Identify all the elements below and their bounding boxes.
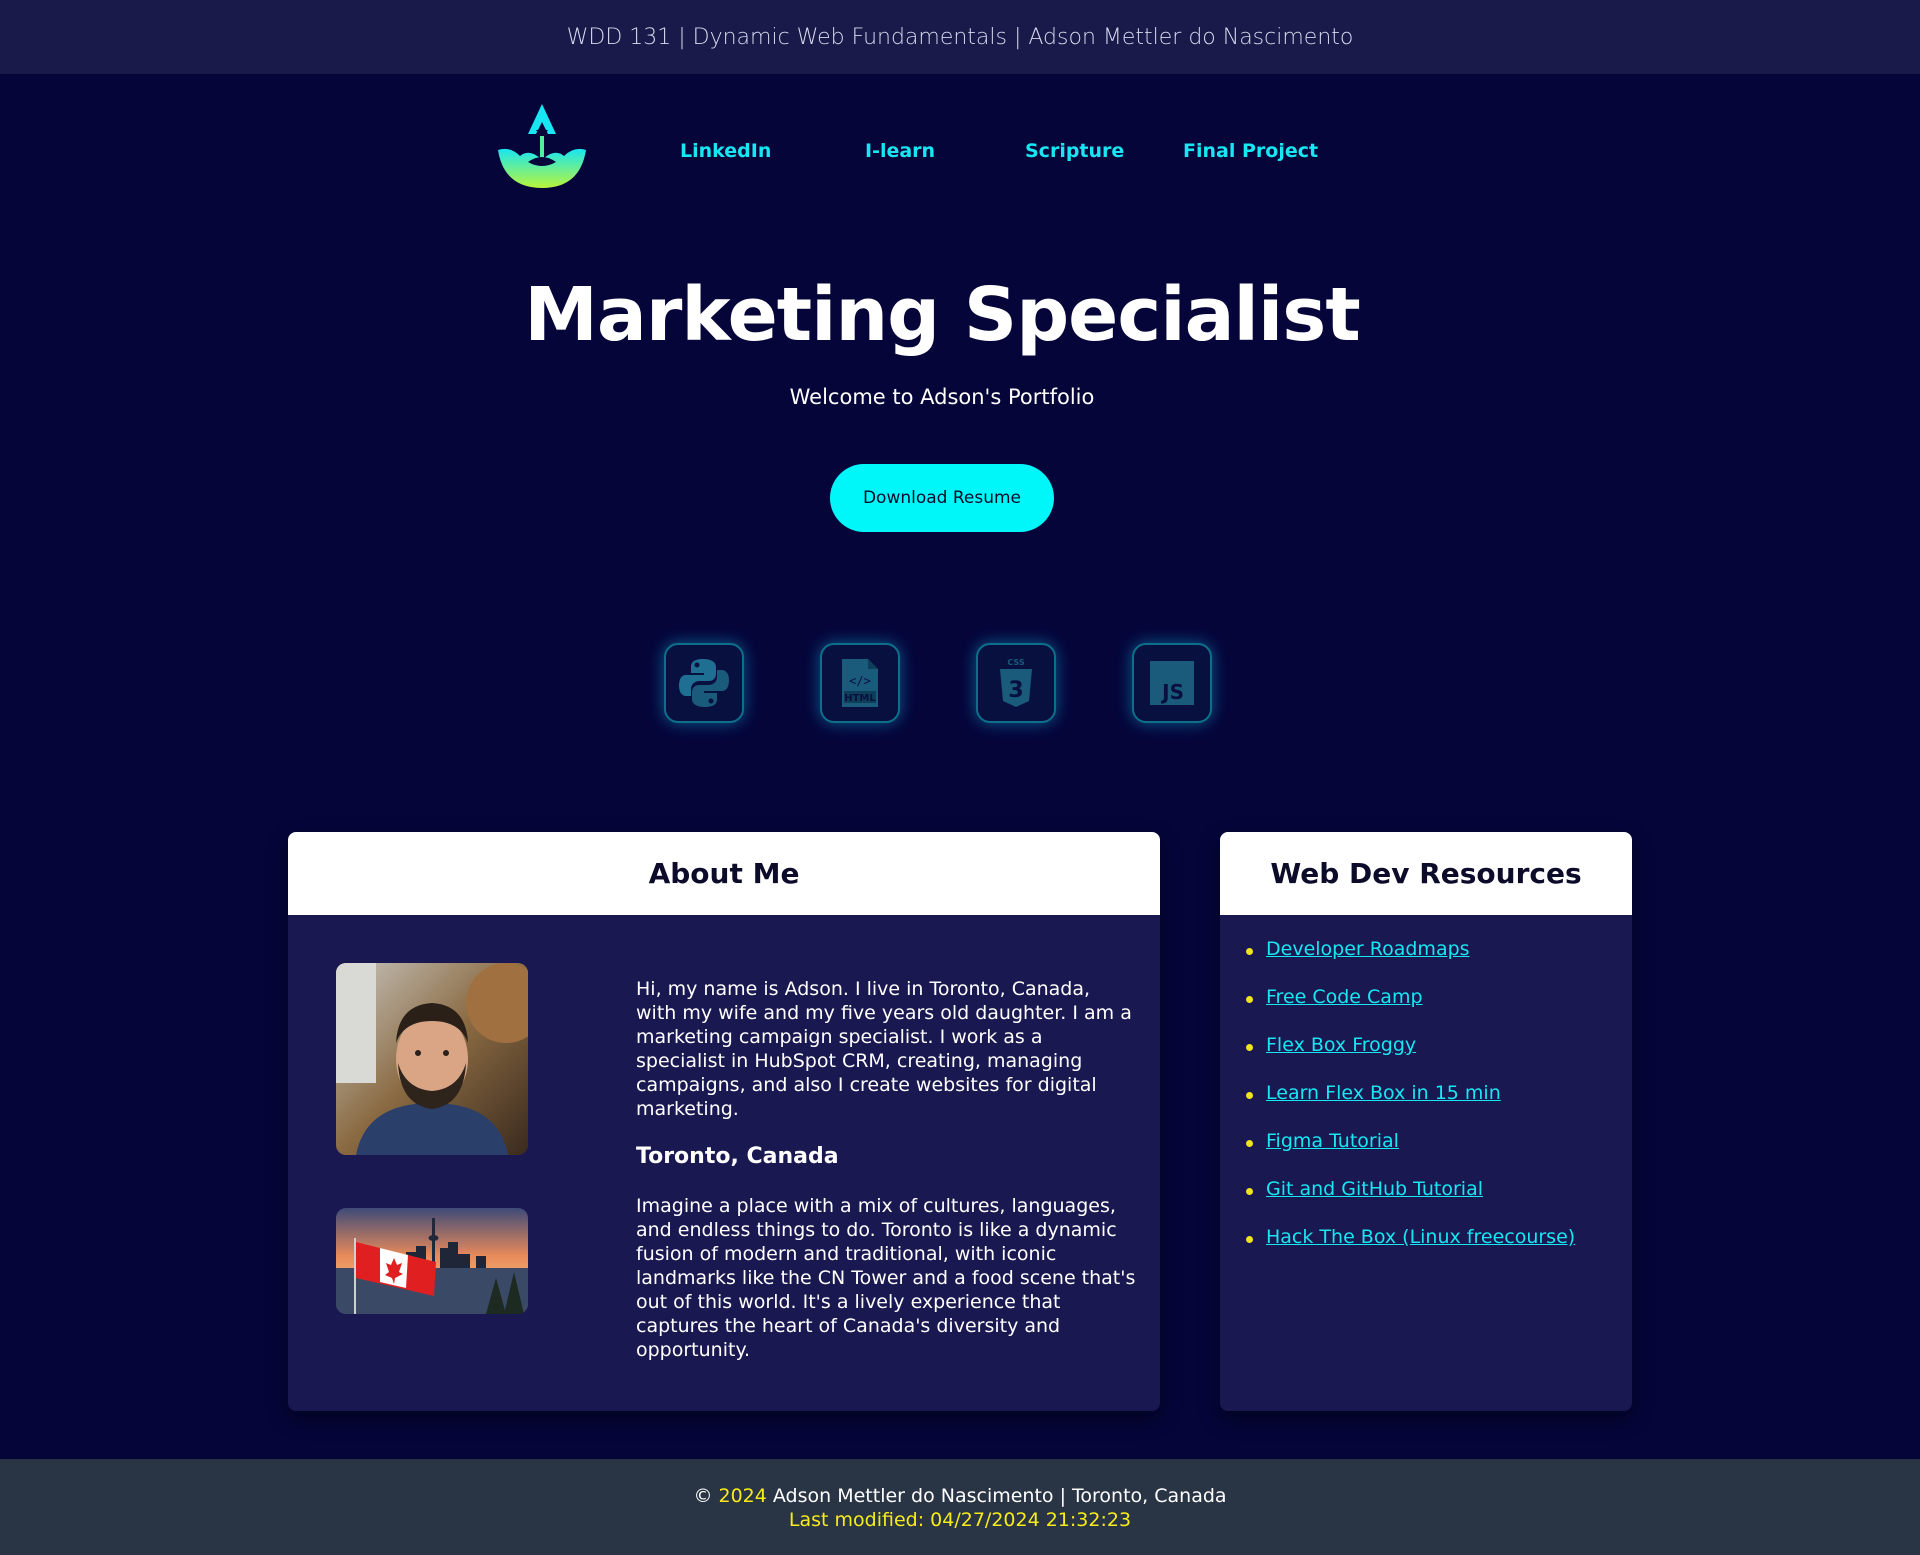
nav-link-final-project[interactable]: Final Project [1183,140,1318,162]
copyright-symbol: © [693,1485,713,1507]
footer-owner: Adson Mettler do Nascimento | Toronto, C… [772,1485,1227,1507]
profile-photo [336,963,528,1155]
skill-css3[interactable]: CSS 3 [976,643,1056,723]
html-icon-label: HTML [844,693,876,704]
bullet-icon [1246,996,1253,1003]
logo-icon[interactable] [490,100,590,192]
last-modified: Last modified: 04/27/2024 21:32:23 [788,1509,1132,1531]
resource-link[interactable]: Git and GitHub Tutorial [1266,1178,1483,1200]
footer-copyright: © 2024 Adson Mettler do Nascimento | Tor… [0,1484,1920,1508]
list-item: Figma Tutorial [1246,1130,1575,1178]
resource-link[interactable]: Figma Tutorial [1266,1130,1399,1152]
bullet-icon [1246,1044,1253,1051]
hero-subtitle: Welcome to Adson's Portfolio [789,385,1095,409]
resource-link[interactable]: Hack The Box (Linux freecourse) [1266,1226,1575,1248]
nav-link-i-learn[interactable]: I-learn [865,140,935,162]
about-me-heading: About Me [288,832,1160,915]
css3-icon: CSS 3 [1000,658,1032,707]
resource-link[interactable]: Flex Box Froggy [1266,1034,1416,1056]
css3-icon-number: 3 [1008,678,1023,703]
bullet-icon [1246,1236,1253,1243]
javascript-icon: JS [1150,661,1194,705]
main-nav: LinkedIn I-learn Scripture Final Project [490,100,1340,192]
course-title: WDD 131 | Dynamic Web Fundamentals | Ads… [566,24,1354,50]
footer-year: 2024 [718,1485,767,1507]
list-item: Learn Flex Box in 15 min [1246,1082,1575,1130]
bullet-icon [1246,948,1253,955]
list-item: Flex Box Froggy [1246,1034,1575,1082]
list-item: Git and GitHub Tutorial [1246,1178,1575,1226]
web-dev-resources-card: Web Dev Resources Developer Roadmaps Fre… [1220,832,1632,1411]
svg-text:</>: </> [849,674,871,688]
resource-link[interactable]: Developer Roadmaps [1266,938,1470,960]
page-footer: © 2024 Adson Mettler do Nascimento | Tor… [0,1459,1920,1555]
skill-python[interactable] [664,643,744,723]
skill-html[interactable]: </> HTML [820,643,900,723]
list-item: Free Code Camp [1246,986,1575,1034]
about-intro: Hi, my name is Adson. I live in Toronto,… [636,978,1132,1120]
resources-heading: Web Dev Resources [1220,832,1632,915]
html-icon: </> HTML [842,659,878,707]
list-item: Developer Roadmaps [1246,938,1575,986]
location-description: Imagine a place with a mix of cultures, … [636,1195,1136,1361]
python-icon [679,659,729,707]
resource-link[interactable]: Learn Flex Box in 15 min [1266,1082,1501,1104]
toronto-photo [336,1208,528,1314]
nav-link-linkedin[interactable]: LinkedIn [680,140,771,162]
resource-link[interactable]: Free Code Camp [1266,986,1423,1008]
resources-list: Developer Roadmaps Free Code Camp Flex B… [1246,938,1575,1274]
download-resume-button[interactable]: Download Resume [830,464,1054,532]
skill-javascript[interactable]: JS [1132,643,1212,723]
location-heading: Toronto, Canada [636,1144,839,1169]
css3-icon-label: CSS [1007,658,1024,667]
top-banner: WDD 131 | Dynamic Web Fundamentals | Ads… [0,0,1920,74]
javascript-icon-label: JS [1160,680,1184,704]
list-item: Hack The Box (Linux freecourse) [1246,1226,1575,1274]
bullet-icon [1246,1140,1253,1147]
bullet-icon [1246,1092,1253,1099]
bullet-icon [1246,1188,1253,1195]
about-me-card: About Me Hi, my name is Adson. I live in… [288,832,1160,1411]
nav-link-scripture[interactable]: Scripture [1025,140,1124,162]
hero-title: Marketing Specialist [524,272,1360,358]
